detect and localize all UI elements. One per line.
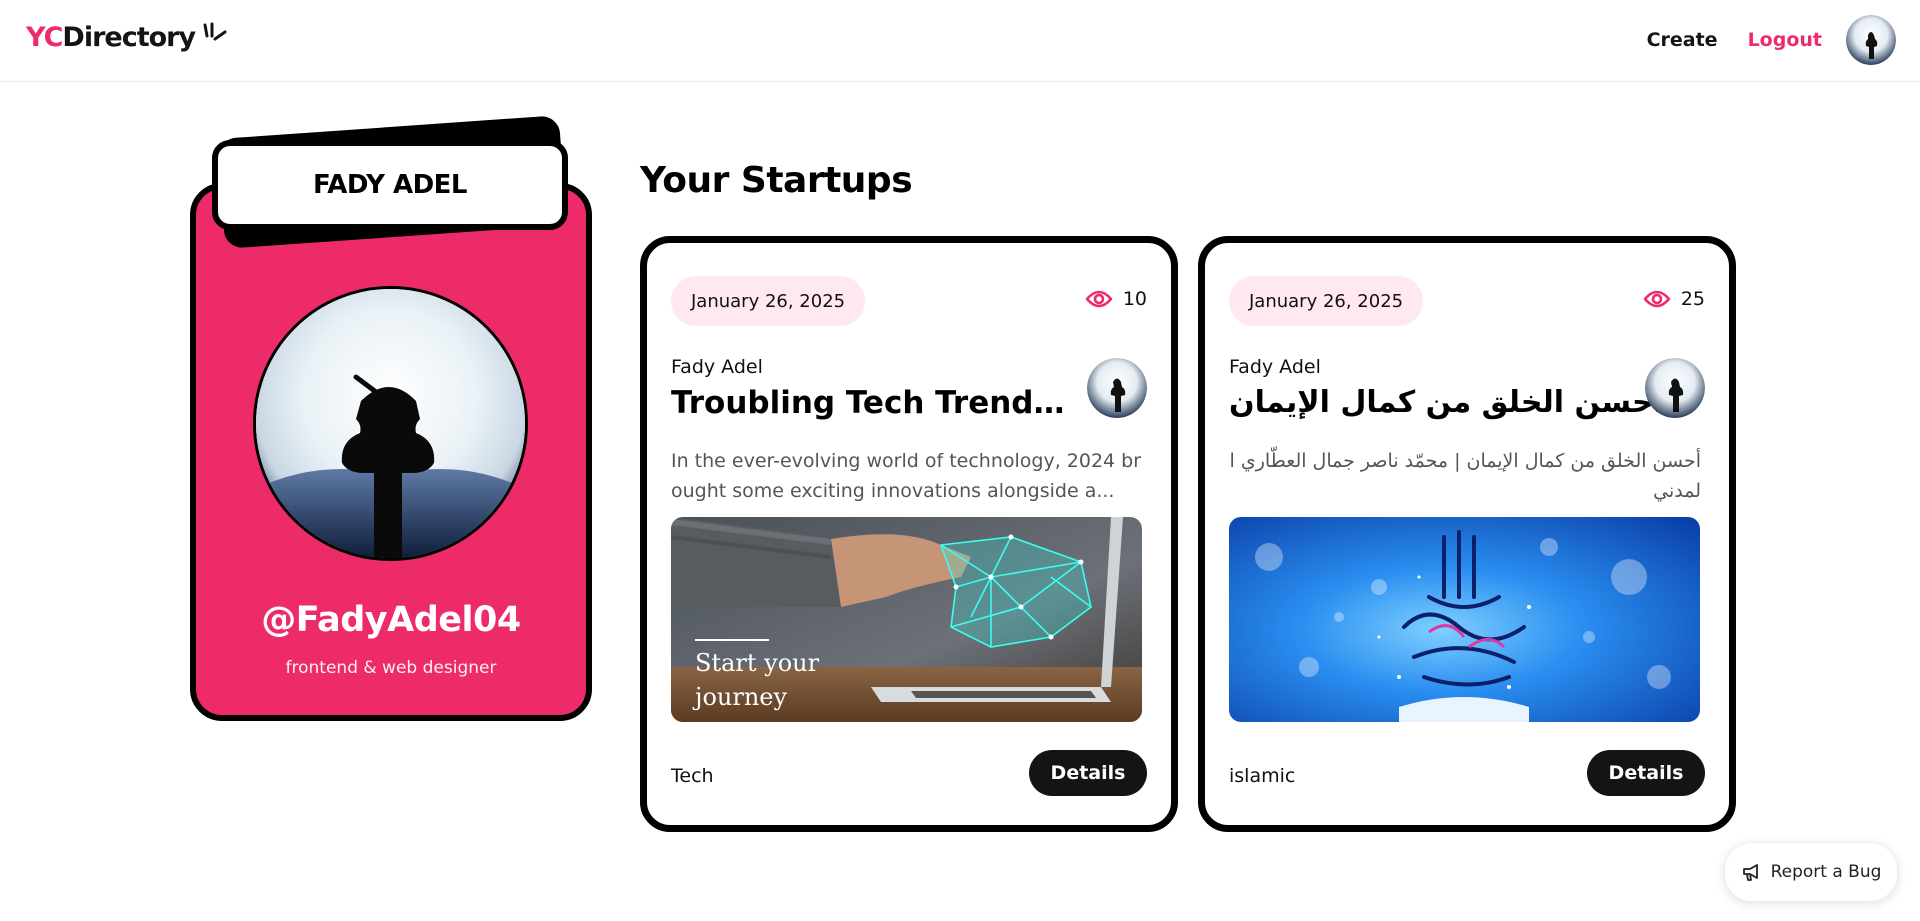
megaphone-icon xyxy=(1742,864,1758,881)
views-number: 25 xyxy=(1680,288,1705,310)
eye-icon xyxy=(1643,290,1671,308)
report-bug-button[interactable]: Report a Bug xyxy=(1724,842,1898,902)
author-name[interactable]: Fady Adel xyxy=(671,356,763,378)
image-divider xyxy=(695,639,769,641)
eye-icon xyxy=(1085,290,1113,308)
details-button[interactable]: Details xyxy=(1587,750,1705,796)
startup-title[interactable]: أحسن الخلق من كمال الإيمان xyxy=(1229,385,1664,420)
user-avatar[interactable] xyxy=(1846,15,1896,65)
create-link[interactable]: Create xyxy=(1647,29,1718,51)
report-bug-label: Report a Bug xyxy=(1770,862,1882,882)
navbar: YC Directory Create Logout xyxy=(0,0,1920,82)
nav-right: Create Logout xyxy=(1647,14,1896,66)
image-caption: Start your journey xyxy=(695,646,819,714)
image-caption-line2: journey xyxy=(695,683,788,711)
section-title: Your Startups xyxy=(640,160,913,201)
profile-name-box: FADY ADEL xyxy=(212,140,568,230)
author-name[interactable]: Fady Adel xyxy=(1229,356,1321,378)
avatar-image xyxy=(1846,15,1896,65)
logo[interactable]: YC Directory xyxy=(26,22,229,53)
startup-description: أحسن الخلق من كمال الإيمان | محمّد ناصر … xyxy=(1229,450,1701,502)
category-link[interactable]: islamic xyxy=(1229,765,1295,787)
image-caption-line1: Start your xyxy=(695,649,820,677)
spark-icon xyxy=(203,22,227,41)
startup-date: January 26, 2025 xyxy=(1249,290,1404,312)
author-avatar[interactable] xyxy=(1087,358,1147,418)
category-link[interactable]: Tech xyxy=(671,765,714,787)
profile-avatar-image xyxy=(256,289,525,558)
startup-description: In the ever-evolving world of technology… xyxy=(671,450,1142,502)
author-avatar[interactable] xyxy=(1645,358,1705,418)
profile-avatar xyxy=(253,286,528,561)
profile-name: FADY ADEL xyxy=(312,170,468,200)
logout-link[interactable]: Logout xyxy=(1748,29,1822,51)
startup-date: January 26, 2025 xyxy=(691,290,846,312)
logo-prefix: YC xyxy=(26,22,63,53)
views-number: 10 xyxy=(1122,288,1147,310)
startup-title[interactable]: Troubling Tech Trends of 2024 xyxy=(671,385,1071,421)
startup-image[interactable] xyxy=(1229,517,1700,722)
date-badge: January 26, 2025 xyxy=(671,276,866,326)
views-count: 10 xyxy=(1085,288,1147,310)
details-button[interactable]: Details xyxy=(1029,750,1147,796)
logo-suffix: Directory xyxy=(62,22,196,53)
startup-card: January 26, 2025 10 Fady Adel Troubling … xyxy=(640,236,1178,832)
author-avatar-image xyxy=(1645,358,1705,418)
startup-card: January 26, 2025 25 Fady Adel أحسن الخلق… xyxy=(1198,236,1736,832)
profile-bio: frontend & web designer xyxy=(285,658,497,678)
startup-image[interactable]: Start your journey xyxy=(671,517,1142,722)
islamic-calligraphy-image xyxy=(1229,517,1700,722)
profile-handle: @FadyAdel04 xyxy=(261,600,521,640)
date-badge: January 26, 2025 xyxy=(1229,276,1424,326)
author-avatar-image xyxy=(1087,358,1147,418)
views-count: 25 xyxy=(1643,288,1705,310)
